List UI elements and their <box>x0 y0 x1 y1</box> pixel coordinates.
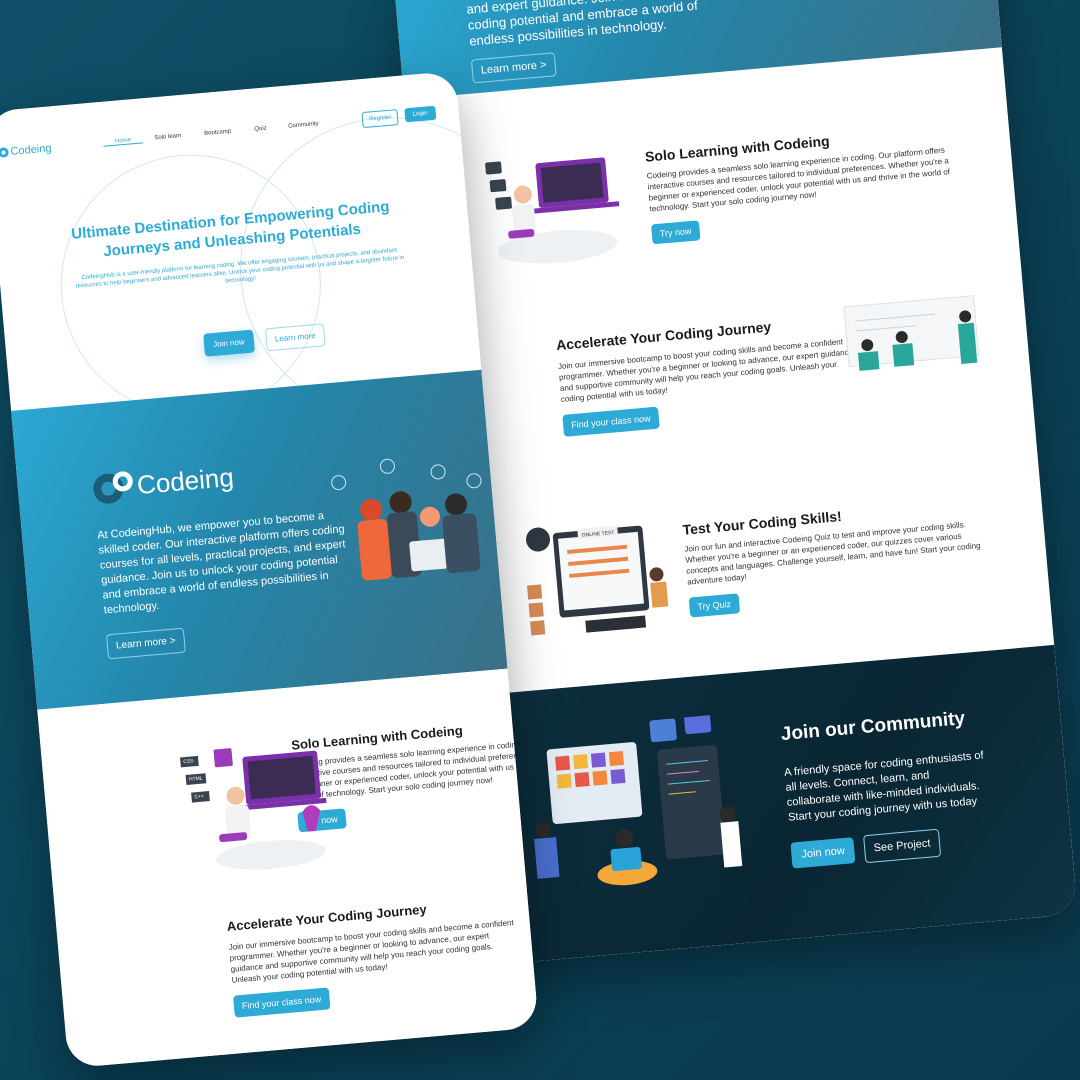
css-badge: CSS <box>179 755 199 768</box>
community-illustration <box>534 711 743 886</box>
nav-menu: Home Solo learn Bootcamp Quiz Community <box>102 120 329 147</box>
team-illustration <box>331 458 482 581</box>
solo-illustration <box>213 748 327 870</box>
quiz-illustration: ONLINE TEST <box>526 525 669 636</box>
about-learn-more-button[interactable]: Learn more > <box>105 627 186 660</box>
back-learn-more-button[interactable]: Learn more > <box>470 52 557 84</box>
logo-text: Codeing <box>135 461 235 501</box>
nav-home[interactable]: Home <box>102 136 144 147</box>
nav-solo-learn[interactable]: Solo learn <box>143 132 193 143</box>
about-section: Codeing At CodeingHub, we empower you to… <box>11 369 508 710</box>
front-page: Codeing Home Solo learn Bootcamp Quiz Co… <box>0 70 539 1069</box>
community-join-button[interactable]: Join now <box>790 837 856 869</box>
scene: coding courses for all levels, practical… <box>0 0 1080 1080</box>
community-section: Join our Community A friendly space for … <box>456 644 1078 967</box>
back-find-class-button[interactable]: Find your class now <box>562 406 660 437</box>
hero-section: Codeing Home Solo learn Bootcamp Quiz Co… <box>0 70 482 411</box>
login-button[interactable]: Login <box>404 105 437 123</box>
nav-bootcamp[interactable]: Bootcamp <box>193 128 243 139</box>
nav-quiz[interactable]: Quiz <box>242 124 278 134</box>
register-button[interactable]: Register <box>361 109 400 129</box>
try-quiz-button[interactable]: Try Quiz <box>688 593 740 618</box>
solo-illustration <box>485 157 620 264</box>
find-class-button[interactable]: Find your class now <box>232 987 331 1018</box>
logo-ring-icon <box>111 470 134 492</box>
community-title: Join our Community <box>780 708 966 746</box>
hero-join-button[interactable]: Join now <box>203 329 255 357</box>
bootcamp-illustration <box>843 295 980 371</box>
community-text: A friendly space for coding enthusiasts … <box>783 749 985 824</box>
brand-logo[interactable]: Codeing <box>0 142 52 159</box>
logo-icon <box>0 147 10 158</box>
back-about-text: coding courses for all levels, practical… <box>464 0 732 49</box>
brand-name: Codeing <box>10 142 52 158</box>
see-project-button[interactable]: See Project <box>862 828 942 864</box>
nav-community[interactable]: Community <box>278 120 328 131</box>
back-try-now-button[interactable]: Try now <box>650 220 701 245</box>
team-illustration <box>742 0 976 1</box>
